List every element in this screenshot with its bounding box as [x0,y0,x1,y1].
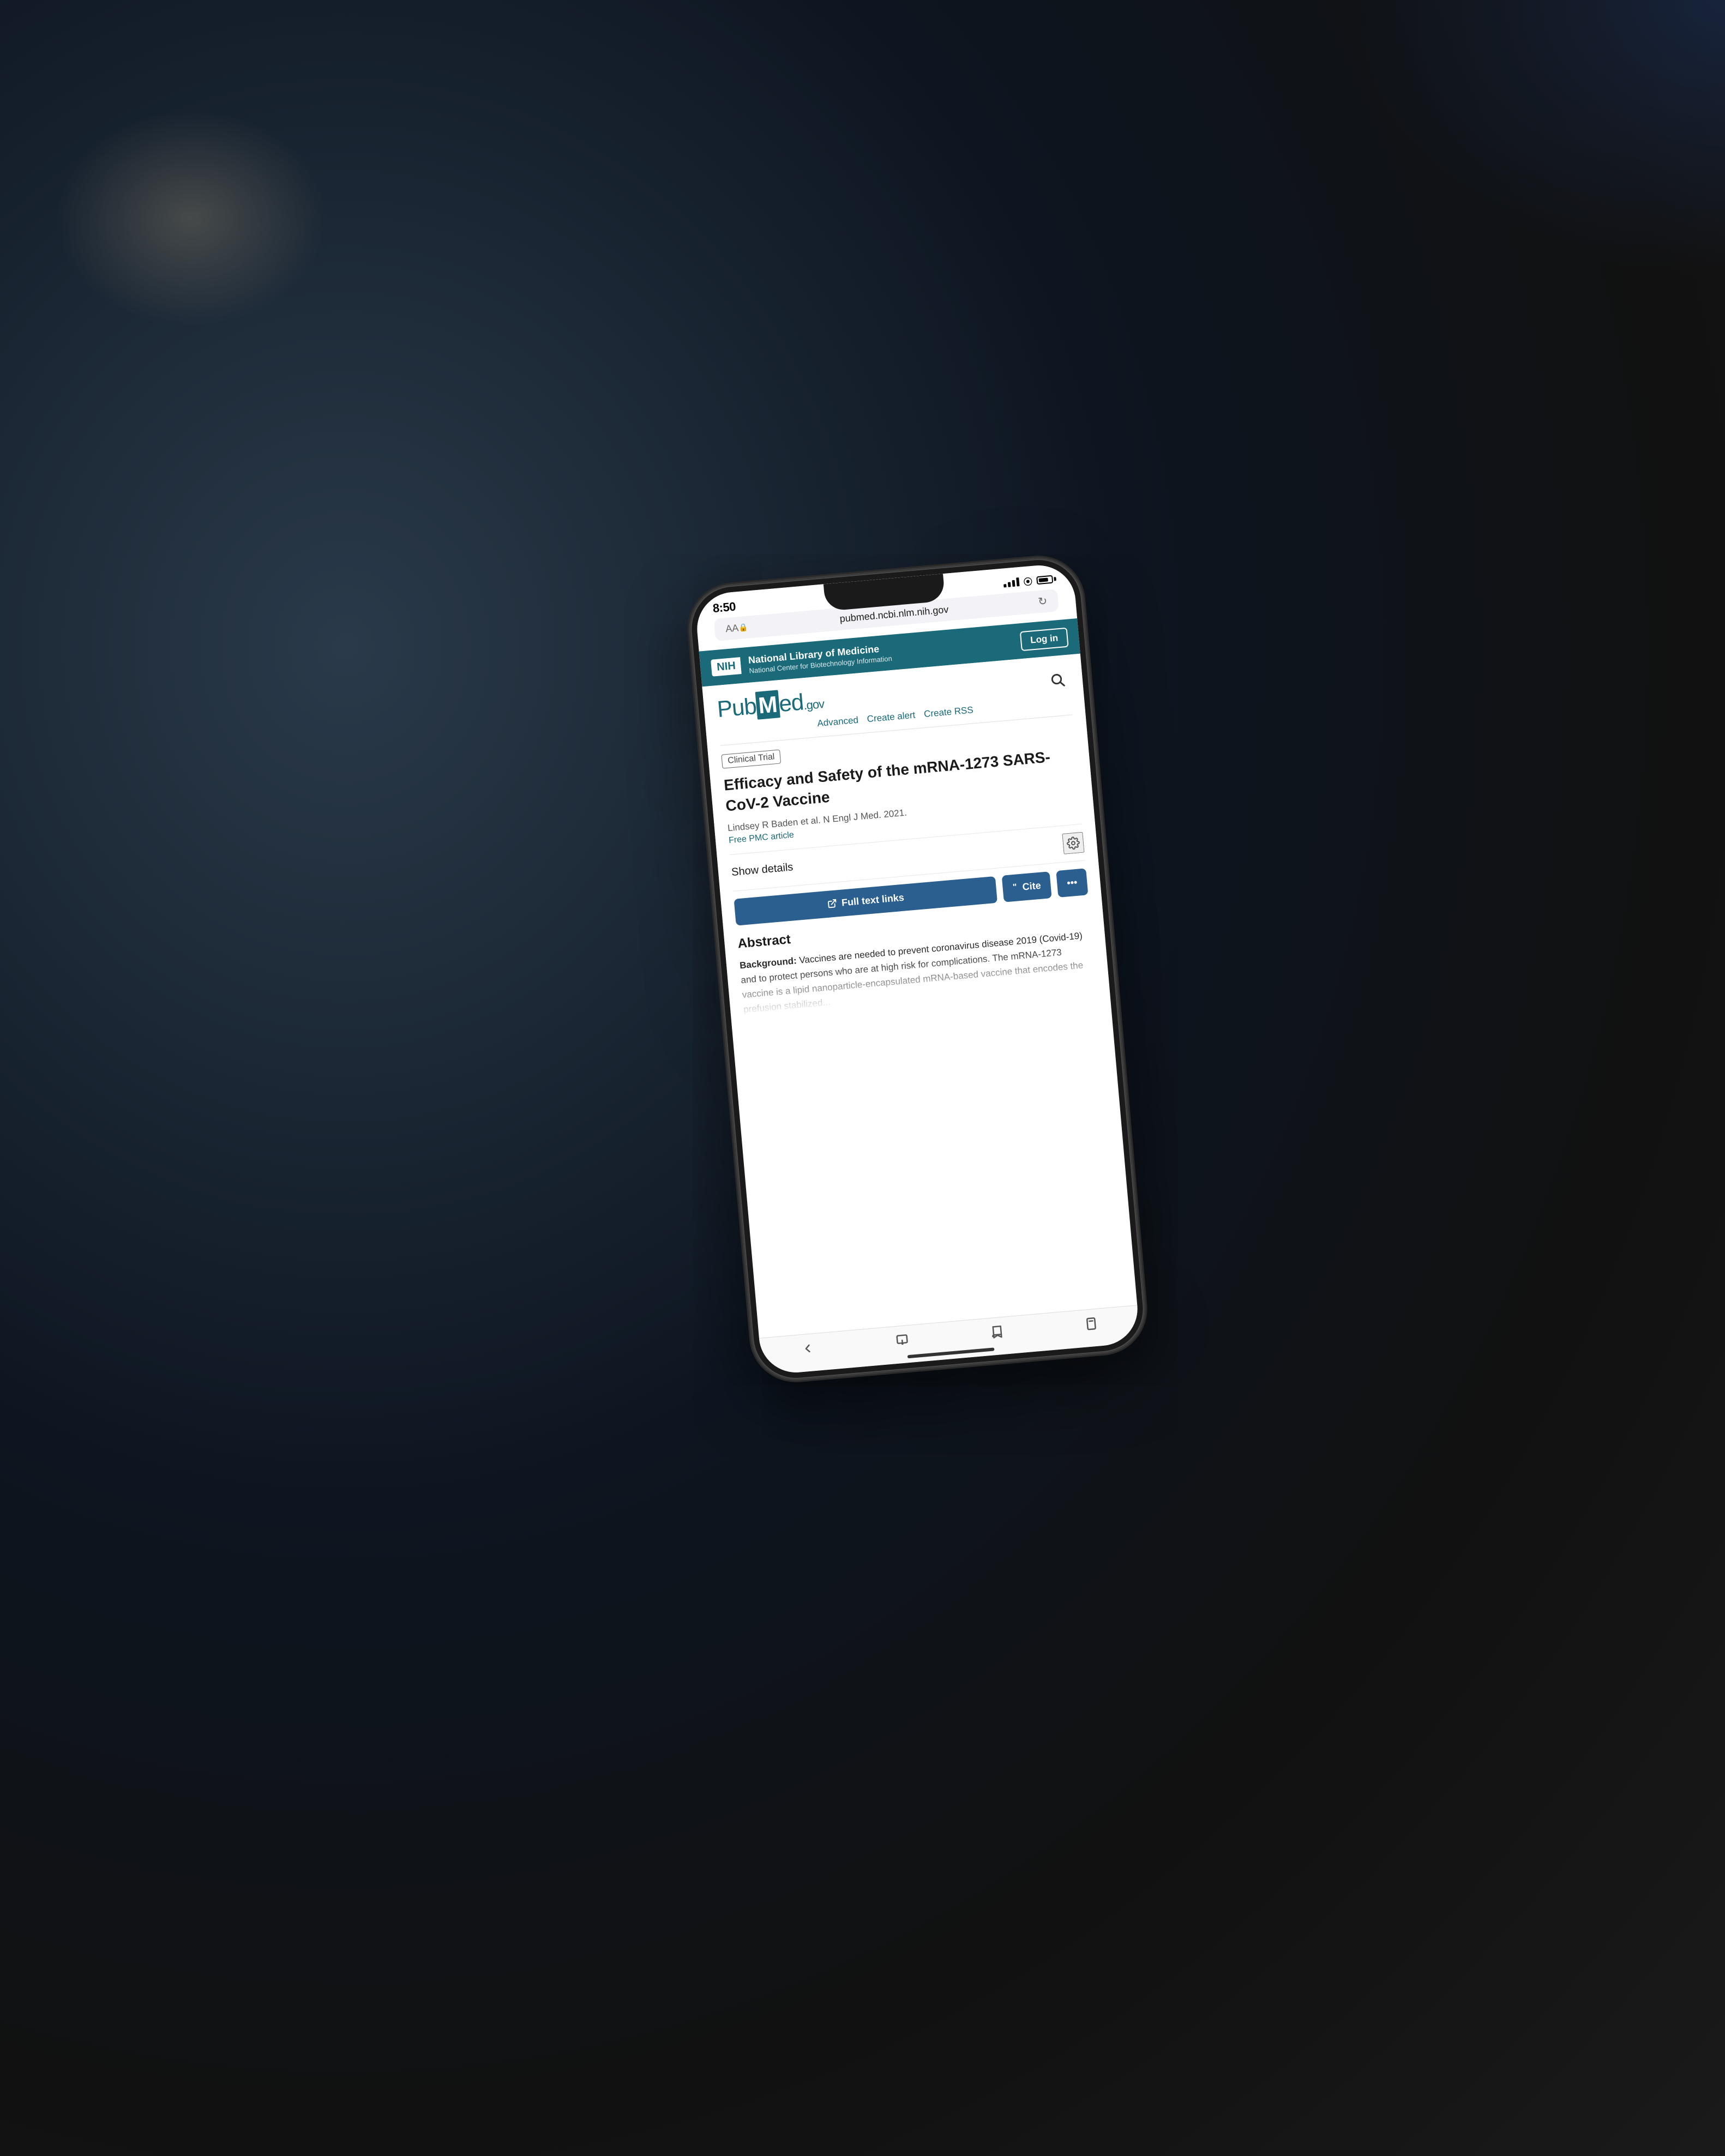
scene-container: 8:50 ⦿ [263,97,1463,2059]
show-details-text: Show details [731,861,794,879]
nih-text: National Library of Medicine National Ce… [748,642,892,675]
reload-icon[interactable]: ↻ [1037,594,1048,609]
wifi-icon: ⦿ [1023,574,1032,588]
pubmed-logo: PubMed.gov [716,687,825,722]
nih-badge: NIH [711,657,744,677]
cite-button[interactable]: " Cite [1002,871,1052,902]
tabs-button[interactable] [1084,1317,1098,1331]
status-time: 8:50 [712,600,736,616]
pubmed-content: PubMed.gov Advanced Create alert Create … [702,654,1110,1029]
bookmarks-button[interactable] [989,1325,1003,1339]
login-button[interactable]: Log in [1019,627,1068,651]
battery-icon [1036,575,1056,585]
signal-icon [1003,577,1019,587]
back-button[interactable] [800,1341,814,1356]
share-button[interactable] [895,1333,909,1347]
phone-screen: 8:50 ⦿ [694,562,1140,1375]
phone-frame: 8:50 ⦿ [687,555,1147,1382]
lock-icon: 🔒 [738,623,748,633]
browser-bottom-bar [759,1305,1140,1375]
status-icons: ⦿ [1002,572,1056,589]
search-button[interactable] [1044,667,1070,693]
more-button[interactable]: ••• [1056,868,1088,898]
text-size-button[interactable]: AA [725,622,739,635]
gear-button[interactable] [1062,832,1084,854]
abstract-section: Abstract Background: Vaccines are needed… [737,906,1097,1028]
